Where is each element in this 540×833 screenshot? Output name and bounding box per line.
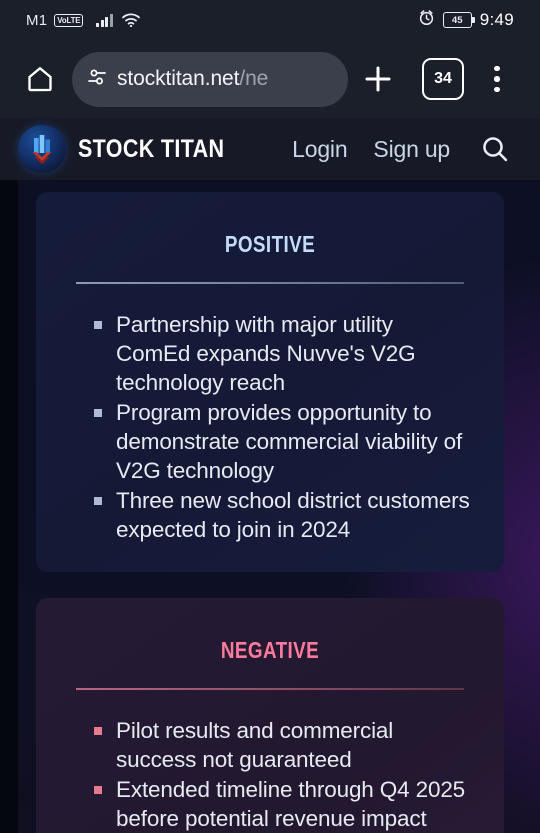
site-settings-icon[interactable] bbox=[86, 66, 108, 93]
battery-level: 45 bbox=[451, 14, 463, 26]
url-host: stocktitan.net bbox=[117, 67, 240, 90]
status-bar: M1 VoLTE 45 9:49 bbox=[0, 0, 540, 40]
browser-toolbar: stocktitan.net/ne 34 bbox=[0, 40, 540, 118]
positive-card-title: Positive bbox=[224, 222, 316, 259]
list-item: Three new school district customers expe… bbox=[94, 486, 470, 544]
page-content: Positive Partnership with major utility … bbox=[0, 180, 540, 833]
stock-titan-logo-icon[interactable] bbox=[18, 125, 66, 173]
three-dot-menu-icon bbox=[494, 76, 500, 82]
home-icon bbox=[28, 67, 52, 92]
clock-label: 9:49 bbox=[479, 10, 514, 29]
list-item: Partnership with major utility ComEd exp… bbox=[94, 310, 470, 397]
negative-card-divider bbox=[76, 688, 464, 690]
list-item: Program provides opportunity to demonstr… bbox=[94, 398, 470, 485]
volte-badge: VoLTE bbox=[54, 13, 84, 27]
signup-link[interactable]: Sign up bbox=[373, 136, 450, 163]
url-bar[interactable]: stocktitan.net/ne bbox=[72, 51, 348, 107]
list-item: Extended timeline through Q4 2025 before… bbox=[94, 775, 470, 833]
tab-switcher-button[interactable]: 34 bbox=[422, 58, 464, 100]
positive-card: Positive Partnership with major utility … bbox=[36, 192, 504, 572]
brand-name: STOCK TITAN bbox=[78, 134, 225, 163]
search-icon bbox=[483, 137, 508, 162]
phone-screen: M1 VoLTE 45 9:49 stocktitan.net/ne 34 ST… bbox=[0, 0, 540, 833]
header-nav: Login Sign up bbox=[292, 136, 450, 163]
plus-icon bbox=[365, 66, 391, 92]
signal-bars-icon bbox=[96, 13, 113, 27]
login-link[interactable]: Login bbox=[292, 136, 347, 163]
search-button[interactable] bbox=[478, 132, 512, 166]
new-tab-button[interactable] bbox=[348, 62, 408, 96]
list-item: Pilot results and commercial success not… bbox=[94, 716, 470, 774]
status-bar-right: 45 9:49 bbox=[418, 9, 540, 31]
negative-bullet-list: Pilot results and commercial success not… bbox=[36, 716, 504, 833]
site-header: STOCK TITAN Login Sign up bbox=[0, 118, 540, 180]
positive-bullet-list: Partnership with major utility ComEd exp… bbox=[36, 310, 504, 544]
negative-card: Negative Pilot results and commercial su… bbox=[36, 598, 504, 833]
three-dot-menu-icon bbox=[494, 65, 500, 72]
negative-card-title: Negative bbox=[220, 628, 320, 665]
tab-count: 34 bbox=[434, 70, 452, 87]
url-path: /ne bbox=[239, 67, 269, 90]
battery-icon: 45 bbox=[442, 12, 475, 28]
carrier-label: M1 bbox=[26, 11, 48, 29]
alarm-icon bbox=[418, 9, 435, 31]
page-left-edge bbox=[0, 180, 18, 833]
wifi-icon bbox=[122, 13, 140, 28]
positive-card-divider bbox=[76, 282, 464, 284]
status-bar-left: M1 VoLTE bbox=[0, 12, 140, 29]
three-dot-menu-icon bbox=[494, 86, 500, 93]
browser-menu-button[interactable] bbox=[470, 65, 524, 93]
url-text: stocktitan.net/ne bbox=[117, 67, 268, 91]
home-button[interactable] bbox=[14, 64, 66, 94]
